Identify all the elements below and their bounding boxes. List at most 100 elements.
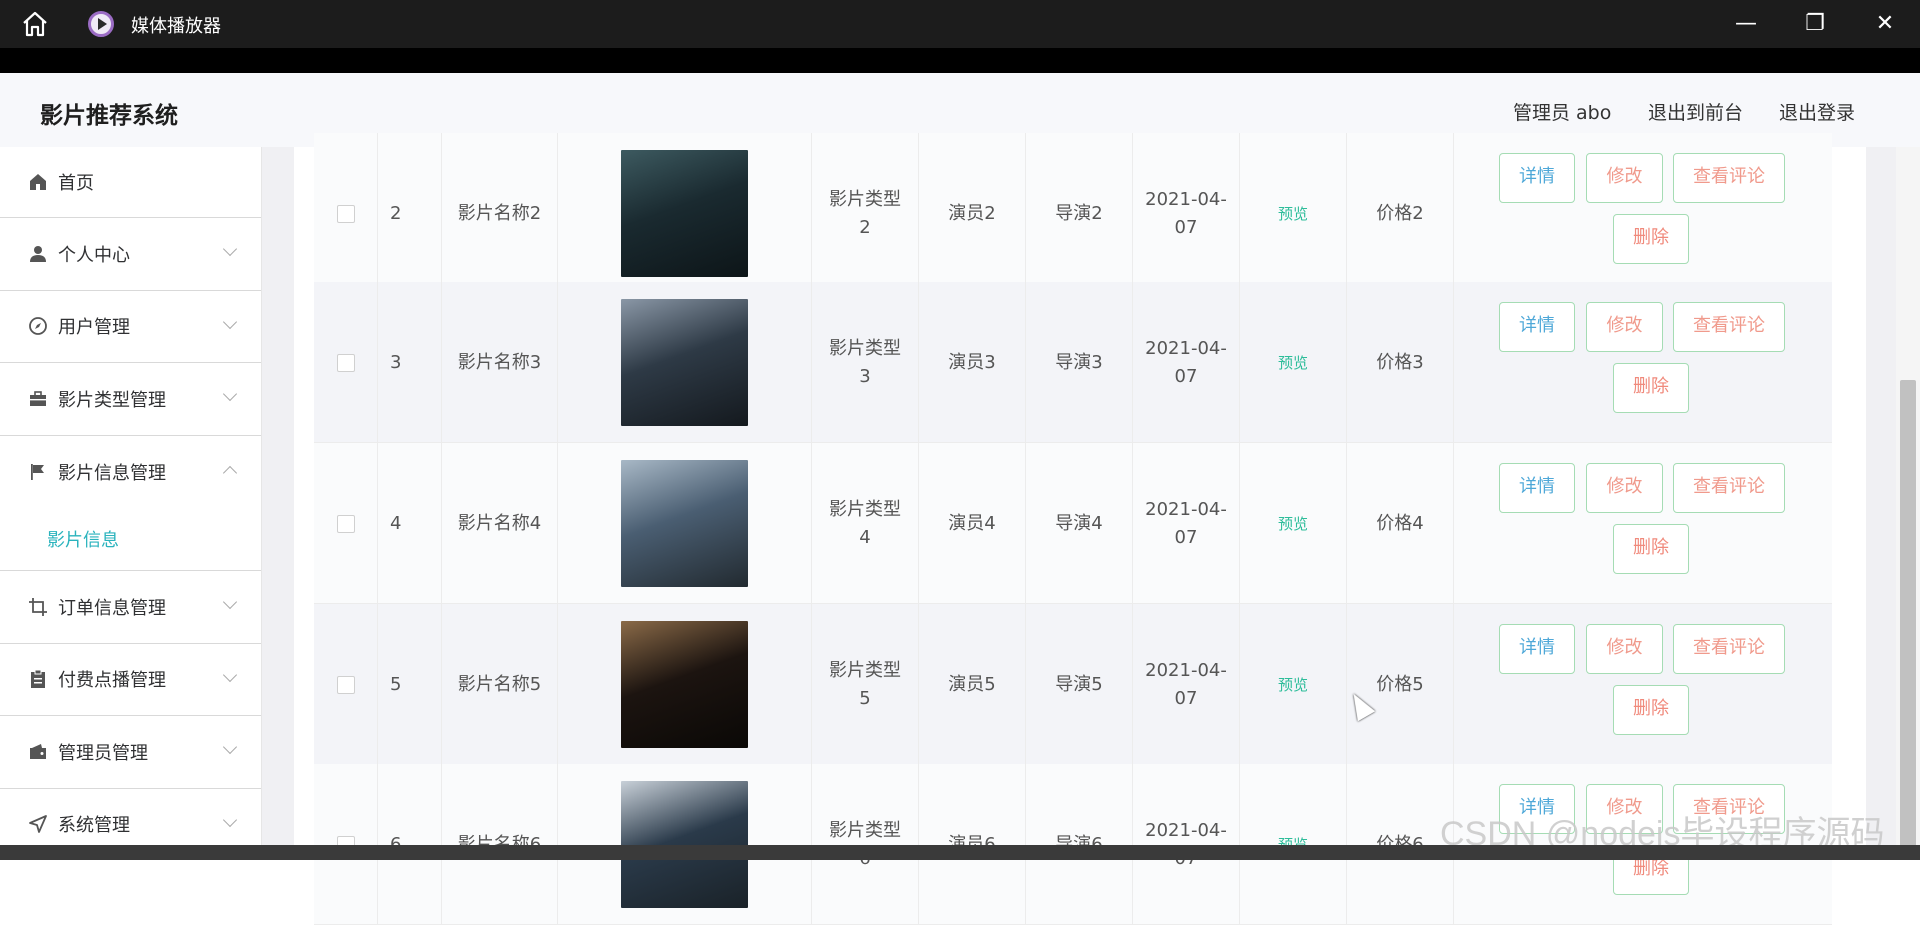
sidebar-item-user-management[interactable]: 用户管理	[0, 291, 261, 363]
date-part-1: 2021-04-	[1145, 337, 1227, 359]
poster-cell	[558, 282, 812, 443]
row-id: 4	[378, 443, 442, 604]
scrollbar-thumb[interactable]	[1900, 380, 1916, 850]
poster-cell	[558, 133, 812, 294]
detail-button[interactable]: 详情	[1499, 153, 1575, 203]
wallet-icon	[30, 743, 46, 759]
movie-type-text: 影片类型	[829, 819, 901, 841]
poster-cell	[558, 443, 812, 604]
view-comments-button[interactable]: 查看评论	[1673, 302, 1785, 352]
table-row: 5 影片名称5 影片类型 5 演员5 导演5 2021-04- 07 预览 价格5 详情 修改 查看评论…	[314, 604, 1832, 765]
movie-date: 2021-04- 07	[1133, 604, 1240, 765]
window-title-bar: 媒体播放器 — ❐ ✕	[0, 0, 1920, 48]
flag-icon	[31, 463, 44, 480]
row-checkbox[interactable]	[336, 514, 355, 533]
sidebar-item-label: 订单信息管理	[58, 597, 166, 619]
movie-poster[interactable]	[621, 460, 748, 587]
preview-link[interactable]: 预览	[1240, 133, 1347, 294]
table-row: 2 影片名称2 影片类型 2 演员2 导演2 2021-04- 07 预览 价格2 详情 修改 查看评论…	[314, 133, 1832, 294]
maximize-button[interactable]: ❐	[1795, 8, 1835, 40]
movie-type-number: 4	[859, 526, 871, 548]
chevron-down-icon	[222, 314, 238, 329]
movie-name: 影片名称2	[442, 133, 558, 294]
media-player-logo-icon	[88, 11, 114, 37]
movie-poster[interactable]	[621, 621, 748, 748]
window-title: 媒体播放器	[131, 16, 221, 37]
chevron-down-icon	[222, 739, 238, 755]
edit-button[interactable]: 修改	[1586, 302, 1663, 352]
row-checkbox[interactable]	[336, 353, 355, 372]
movie-type-text: 影片类型	[829, 337, 901, 359]
exit-to-front-link[interactable]: 退出到前台	[1648, 98, 1743, 125]
detail-button[interactable]: 详情	[1499, 463, 1575, 513]
preview-link[interactable]: 预览	[1240, 604, 1347, 765]
movie-actor: 演员4	[919, 443, 1026, 604]
row-actions: 详情 修改 查看评论删除	[1454, 133, 1832, 294]
movie-date: 2021-04- 07	[1133, 443, 1240, 604]
movie-name: 影片名称3	[442, 282, 558, 443]
movie-date: 2021-04- 07	[1133, 282, 1240, 443]
sidebar-item-pay-per-view-management[interactable]: 付费点播管理	[0, 644, 261, 716]
edit-button[interactable]: 修改	[1586, 624, 1663, 674]
delete-button[interactable]: 删除	[1613, 685, 1689, 735]
home-icon	[30, 174, 46, 190]
chevron-down-icon	[222, 667, 238, 682]
detail-button[interactable]: 详情	[1499, 302, 1575, 352]
chevron-down-icon	[222, 386, 238, 402]
row-checkbox[interactable]	[336, 204, 355, 223]
sidebar-item-movie-info-management[interactable]: 影片信息管理	[0, 436, 261, 509]
sidebar-item-personal-center[interactable]: 个人中心	[0, 218, 261, 291]
view-comments-button[interactable]: 查看评论	[1673, 153, 1785, 203]
home-icon[interactable]	[20, 10, 50, 38]
movie-poster[interactable]	[621, 150, 748, 277]
delete-button[interactable]: 删除	[1613, 363, 1689, 413]
sidebar-item-home[interactable]: 首页	[0, 147, 261, 218]
clipboard-icon	[31, 669, 45, 689]
sidebar-item-label: 付费点播管理	[58, 670, 166, 692]
preview-link[interactable]: 预览	[1240, 443, 1347, 604]
preview-link[interactable]: 预览	[1240, 282, 1347, 443]
toolbar-band	[0, 48, 1920, 73]
row-checkbox-cell	[314, 604, 378, 765]
date-part-2: 07	[1174, 216, 1198, 238]
brand-title: 影片推荐系统	[40, 103, 178, 129]
edit-button[interactable]: 修改	[1586, 463, 1663, 513]
sidebar-item-label: 影片信息管理	[58, 462, 166, 484]
row-checkbox[interactable]	[336, 675, 355, 694]
date-part-2: 07	[1174, 526, 1198, 548]
detail-button[interactable]: 详情	[1499, 624, 1575, 674]
logout-link[interactable]: 退出登录	[1779, 98, 1855, 125]
sidebar-subitem-movie-info[interactable]: 影片信息	[0, 508, 261, 571]
chevron-up-icon	[222, 465, 238, 480]
sidebar-item-movie-type-management[interactable]: 影片类型管理	[0, 363, 261, 436]
movie-type-number: 5	[859, 687, 871, 709]
row-id: 5	[378, 604, 442, 765]
edit-button[interactable]: 修改	[1586, 153, 1663, 203]
movie-director: 导演3	[1026, 282, 1133, 443]
movie-type-number: 2	[859, 216, 871, 238]
row-checkbox-cell	[314, 282, 378, 443]
movie-poster[interactable]	[621, 299, 748, 426]
crop-icon	[29, 597, 47, 616]
poster-cell	[558, 604, 812, 765]
sidebar-item-order-management[interactable]: 订单信息管理	[0, 571, 261, 644]
date-part-2: 07	[1174, 687, 1198, 709]
chevron-down-icon	[222, 594, 238, 610]
chevron-down-icon	[222, 812, 238, 827]
movie-type-number: 3	[859, 365, 871, 387]
view-comments-button[interactable]: 查看评论	[1673, 463, 1785, 513]
admin-name: 管理员 abo	[1513, 102, 1612, 124]
movie-actor: 演员2	[919, 133, 1026, 294]
movie-type: 影片类型 4	[812, 443, 919, 604]
sidebar-item-admin-management[interactable]: 管理员管理	[0, 716, 261, 789]
minimize-button[interactable]: —	[1726, 8, 1766, 40]
row-actions: 详情 修改 查看评论删除	[1454, 443, 1832, 604]
close-button[interactable]: ✕	[1865, 8, 1905, 40]
delete-button[interactable]: 删除	[1613, 524, 1689, 574]
date-part-2: 07	[1174, 365, 1198, 387]
movie-name: 影片名称5	[442, 604, 558, 765]
movie-type-text: 影片类型	[829, 188, 901, 210]
view-comments-button[interactable]: 查看评论	[1673, 624, 1785, 674]
delete-button[interactable]: 删除	[1613, 214, 1689, 264]
sidebar: 首页 个人中心 用户管理 影片类型管理 影片信息管理 影片信息 订单信息管理 付…	[0, 147, 262, 860]
